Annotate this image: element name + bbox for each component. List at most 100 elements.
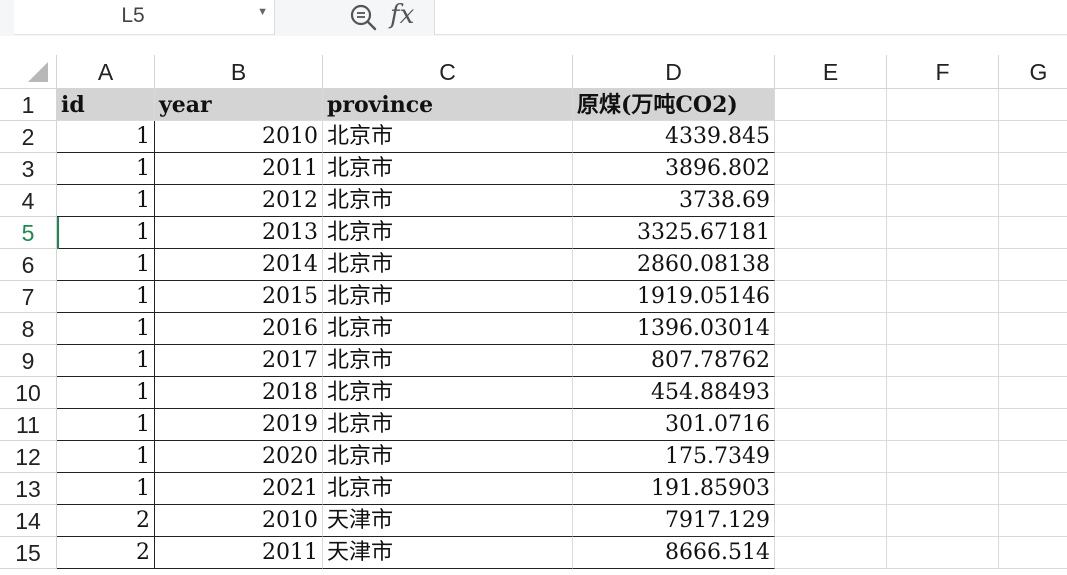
cell-e3[interactable]	[775, 153, 887, 185]
cell-e15[interactable]	[775, 537, 887, 569]
cell-g5[interactable]	[999, 217, 1067, 249]
column-header-e[interactable]: E	[775, 55, 887, 89]
column-header-c[interactable]: C	[323, 55, 573, 89]
cell-g3[interactable]	[999, 153, 1067, 185]
cell-g14[interactable]	[999, 505, 1067, 537]
cell-e1[interactable]	[775, 89, 887, 121]
cell-b9[interactable]: 2017	[155, 345, 323, 377]
cell-c14[interactable]: 天津市	[323, 505, 573, 537]
cell-e14[interactable]	[775, 505, 887, 537]
cell-e8[interactable]	[775, 313, 887, 345]
cell-d13[interactable]: 191.85903	[573, 473, 775, 505]
cell-e7[interactable]	[775, 281, 887, 313]
row-header-7[interactable]: 7	[0, 281, 57, 313]
fx-icon[interactable]: fx	[390, 0, 414, 30]
cell-g1[interactable]	[999, 89, 1067, 121]
cell-e9[interactable]	[775, 345, 887, 377]
cell-f2[interactable]	[887, 121, 999, 153]
cell-d8[interactable]: 1396.03014	[573, 313, 775, 345]
cell-g6[interactable]	[999, 249, 1067, 281]
column-header-f[interactable]: F	[887, 55, 999, 89]
cell-b8[interactable]: 2016	[155, 313, 323, 345]
cell-f9[interactable]	[887, 345, 999, 377]
cell-f4[interactable]	[887, 185, 999, 217]
cell-b1[interactable]: year	[155, 89, 323, 121]
name-box[interactable]: L5 ▼	[14, 0, 275, 35]
cell-b10[interactable]: 2018	[155, 377, 323, 409]
cell-a8[interactable]: 1	[57, 313, 155, 345]
column-header-g[interactable]: G	[999, 55, 1067, 89]
cell-c1[interactable]: province	[323, 89, 573, 121]
cell-e2[interactable]	[775, 121, 887, 153]
cell-g2[interactable]	[999, 121, 1067, 153]
cell-c7[interactable]: 北京市	[323, 281, 573, 313]
row-header-6[interactable]: 6	[0, 249, 57, 281]
cell-f5[interactable]	[887, 217, 999, 249]
cell-d11[interactable]: 301.0716	[573, 409, 775, 441]
row-header-1[interactable]: 1	[0, 89, 57, 121]
chevron-down-icon[interactable]: ▼	[257, 6, 268, 18]
row-header-9[interactable]: 9	[0, 345, 57, 377]
cell-c3[interactable]: 北京市	[323, 153, 573, 185]
cell-e6[interactable]	[775, 249, 887, 281]
cell-e12[interactable]	[775, 441, 887, 473]
cell-g12[interactable]	[999, 441, 1067, 473]
row-header-13[interactable]: 13	[0, 473, 57, 505]
cell-a1[interactable]: id	[57, 89, 155, 121]
row-header-2[interactable]: 2	[0, 121, 57, 153]
cell-a15[interactable]: 2	[57, 537, 155, 569]
cell-d2[interactable]: 4339.845	[573, 121, 775, 153]
cell-g13[interactable]	[999, 473, 1067, 505]
cell-a13[interactable]: 1	[57, 473, 155, 505]
cell-b2[interactable]: 2010	[155, 121, 323, 153]
column-header-b[interactable]: B	[155, 55, 323, 89]
cell-g7[interactable]	[999, 281, 1067, 313]
cell-f15[interactable]	[887, 537, 999, 569]
cell-f7[interactable]	[887, 281, 999, 313]
cell-f3[interactable]	[887, 153, 999, 185]
cell-f10[interactable]	[887, 377, 999, 409]
cell-a14[interactable]: 2	[57, 505, 155, 537]
cell-b3[interactable]: 2011	[155, 153, 323, 185]
cell-g4[interactable]	[999, 185, 1067, 217]
cell-g8[interactable]	[999, 313, 1067, 345]
cell-d12[interactable]: 175.7349	[573, 441, 775, 473]
row-header-14[interactable]: 14	[0, 505, 57, 537]
cell-a9[interactable]: 1	[57, 345, 155, 377]
row-header-8[interactable]: 8	[0, 313, 57, 345]
cell-e4[interactable]	[775, 185, 887, 217]
cell-d7[interactable]: 1919.05146	[573, 281, 775, 313]
cell-a10[interactable]: 1	[57, 377, 155, 409]
cell-d1[interactable]: 原煤(万吨CO2)	[573, 89, 775, 121]
cell-d10[interactable]: 454.88493	[573, 377, 775, 409]
cell-e10[interactable]	[775, 377, 887, 409]
cell-d9[interactable]: 807.78762	[573, 345, 775, 377]
cell-b15[interactable]: 2011	[155, 537, 323, 569]
cell-c2[interactable]: 北京市	[323, 121, 573, 153]
row-header-11[interactable]: 11	[0, 409, 57, 441]
column-header-d[interactable]: D	[573, 55, 775, 89]
cell-a3[interactable]: 1	[57, 153, 155, 185]
cell-a11[interactable]: 1	[57, 409, 155, 441]
cell-a2[interactable]: 1	[57, 121, 155, 153]
cell-g15[interactable]	[999, 537, 1067, 569]
cell-g10[interactable]	[999, 377, 1067, 409]
cell-f11[interactable]	[887, 409, 999, 441]
column-header-a[interactable]: A	[57, 55, 155, 89]
cell-d14[interactable]: 7917.129	[573, 505, 775, 537]
cell-c6[interactable]: 北京市	[323, 249, 573, 281]
cell-e13[interactable]	[775, 473, 887, 505]
row-header-15[interactable]: 15	[0, 537, 57, 569]
cell-f8[interactable]	[887, 313, 999, 345]
cell-b11[interactable]: 2019	[155, 409, 323, 441]
cell-e11[interactable]	[775, 409, 887, 441]
formula-input[interactable]	[434, 0, 1067, 35]
cell-d6[interactable]: 2860.08138	[573, 249, 775, 281]
cell-c9[interactable]: 北京市	[323, 345, 573, 377]
cell-a7[interactable]: 1	[57, 281, 155, 313]
cell-f12[interactable]	[887, 441, 999, 473]
cell-f1[interactable]	[887, 89, 999, 121]
cell-a12[interactable]: 1	[57, 441, 155, 473]
cell-a5[interactable]: 1	[57, 217, 155, 249]
cell-d5[interactable]: 3325.67181	[573, 217, 775, 249]
